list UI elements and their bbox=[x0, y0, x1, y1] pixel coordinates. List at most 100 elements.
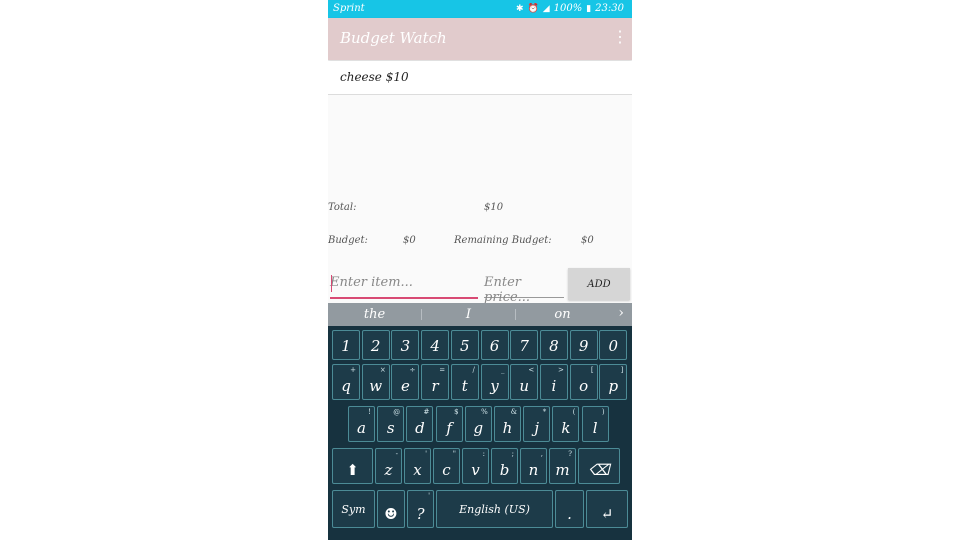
shift-key[interactable]: ⬆ bbox=[332, 448, 373, 484]
key-label: Sym bbox=[341, 503, 366, 516]
suggestion-3[interactable]: on bbox=[516, 307, 609, 322]
key-secondary-label: % bbox=[481, 408, 488, 416]
key-4[interactable]: 4 bbox=[421, 330, 450, 360]
key-j[interactable]: j * bbox=[523, 406, 551, 442]
key-i[interactable]: i > bbox=[539, 364, 568, 400]
key-x[interactable]: x ' bbox=[404, 448, 431, 484]
key-e[interactable]: e ÷ bbox=[391, 364, 420, 400]
keyboard: 1 2 3 4 5 6 7 8 9 0 q + w × e ÷ r = t / y _ u < i > o[p] a! s @ d # f $ g%… bbox=[328, 326, 632, 540]
key-label: x bbox=[413, 461, 422, 479]
emoji-key[interactable]: ☻ bbox=[377, 490, 405, 528]
key-label: h bbox=[502, 419, 513, 437]
key-label: d bbox=[415, 419, 425, 437]
battery-icon: ▮ bbox=[586, 3, 592, 14]
key-secondary-label: ! bbox=[368, 408, 371, 416]
key-secondary-label: ÷ bbox=[409, 366, 416, 374]
key-label: n bbox=[528, 461, 539, 479]
key-6[interactable]: 6 bbox=[480, 330, 509, 360]
key-n[interactable]: n, bbox=[520, 448, 547, 484]
key-b[interactable]: b; bbox=[491, 448, 518, 484]
key-9[interactable]: 9 bbox=[569, 330, 598, 360]
backspace-icon: ⌫ bbox=[588, 461, 610, 479]
total-value: $10 bbox=[484, 202, 504, 213]
key-label: u bbox=[519, 377, 530, 395]
list-item[interactable]: cheese $10 bbox=[328, 61, 632, 95]
key-f[interactable]: f $ bbox=[435, 406, 463, 442]
item-input[interactable]: Enter item... bbox=[330, 272, 478, 299]
key-secondary-label: + bbox=[350, 366, 356, 374]
key-8[interactable]: 8 bbox=[539, 330, 568, 360]
key-1[interactable]: 1 bbox=[332, 330, 360, 360]
key-label: c bbox=[442, 461, 451, 479]
key-secondary-label: : bbox=[482, 450, 485, 458]
key-3[interactable]: 3 bbox=[391, 330, 420, 360]
chevron-right-icon[interactable]: › bbox=[618, 305, 624, 321]
key--[interactable]: ? ' bbox=[407, 490, 434, 528]
key-a[interactable]: a! bbox=[348, 406, 375, 442]
key-w[interactable]: w × bbox=[361, 364, 390, 400]
key-secondary-label: [ bbox=[590, 366, 594, 374]
key-label: ? bbox=[416, 505, 425, 523]
carrier-label: Sprint bbox=[333, 3, 365, 14]
key-v[interactable]: v: bbox=[462, 448, 489, 484]
key-z[interactable]: z- bbox=[375, 448, 402, 484]
key-secondary-label: " bbox=[452, 450, 456, 458]
key-c[interactable]: c " bbox=[433, 448, 460, 484]
remaining-budget-label: Remaining Budget: bbox=[454, 235, 552, 246]
key-h[interactable]: h & bbox=[494, 406, 521, 442]
remaining-budget-value: $0 bbox=[581, 235, 594, 246]
key-s[interactable]: s @ bbox=[377, 406, 405, 442]
key-secondary-label: ? bbox=[568, 450, 572, 458]
key-secondary-label: , bbox=[540, 450, 543, 458]
price-input[interactable]: Enter price... bbox=[484, 272, 564, 305]
key-secondary-label: _ bbox=[501, 366, 505, 374]
key-label: 5 bbox=[460, 337, 470, 355]
enter-icon: ↵ bbox=[600, 505, 614, 523]
key-r[interactable]: r = bbox=[421, 364, 450, 400]
key-2[interactable]: 2 bbox=[361, 330, 390, 360]
key-secondary-label: & bbox=[510, 408, 517, 416]
key-secondary-label: < bbox=[528, 366, 535, 374]
key-label: English (US) bbox=[459, 503, 530, 516]
key-label: e bbox=[400, 377, 410, 395]
add-button[interactable]: ADD bbox=[568, 268, 630, 300]
key-secondary-label: ] bbox=[620, 366, 624, 374]
overflow-menu-icon[interactable]: ⋮ bbox=[612, 27, 628, 49]
key-secondary-label: × bbox=[379, 366, 386, 374]
key-o[interactable]: o[ bbox=[569, 364, 598, 400]
key-u[interactable]: u < bbox=[510, 364, 539, 400]
suggestion-1[interactable]: the bbox=[328, 307, 421, 322]
key-label: o bbox=[579, 377, 589, 395]
total-label: Total: bbox=[328, 202, 357, 213]
key-y[interactable]: y _ bbox=[480, 364, 509, 400]
key-k[interactable]: k( bbox=[552, 406, 580, 442]
key-p[interactable]: p] bbox=[599, 364, 628, 400]
key-q[interactable]: q + bbox=[332, 364, 360, 400]
battery-percent: 100% bbox=[553, 3, 583, 14]
key-5[interactable]: 5 bbox=[450, 330, 479, 360]
key-0[interactable]: 0 bbox=[599, 330, 628, 360]
key-label: w bbox=[369, 377, 383, 395]
key-english-us-[interactable]: English (US) bbox=[436, 490, 553, 528]
suggestion-2[interactable]: I bbox=[422, 307, 515, 322]
key-label: 0 bbox=[608, 337, 619, 355]
status-icons: ✱ ⏰ ◢ 100% ▮ 23:30 bbox=[516, 3, 624, 14]
key-label: p bbox=[608, 377, 619, 395]
key-d[interactable]: d # bbox=[406, 406, 434, 442]
key-g[interactable]: g% bbox=[464, 406, 492, 442]
enter-key[interactable]: ↵ bbox=[586, 490, 628, 528]
key-label: . bbox=[567, 505, 572, 523]
phone-screen: Sprint ✱ ⏰ ◢ 100% ▮ 23:30 Budget Watch ⋮… bbox=[328, 0, 632, 540]
key-7[interactable]: 7 bbox=[510, 330, 539, 360]
key-sym[interactable]: Sym bbox=[332, 490, 375, 528]
key-secondary-label: ( bbox=[572, 408, 576, 416]
key-m[interactable]: m? bbox=[549, 448, 576, 484]
key--[interactable]: . bbox=[555, 490, 584, 528]
item-input-placeholder: Enter item... bbox=[330, 275, 413, 290]
key-t[interactable]: t / bbox=[450, 364, 479, 400]
key-label: 7 bbox=[519, 337, 529, 355]
backspace-key[interactable]: ⌫ bbox=[578, 448, 620, 484]
signal-icon: ◢ bbox=[542, 3, 550, 14]
key-l[interactable]: l) bbox=[581, 406, 609, 442]
app-bar: Budget Watch ⋮ bbox=[328, 18, 632, 60]
